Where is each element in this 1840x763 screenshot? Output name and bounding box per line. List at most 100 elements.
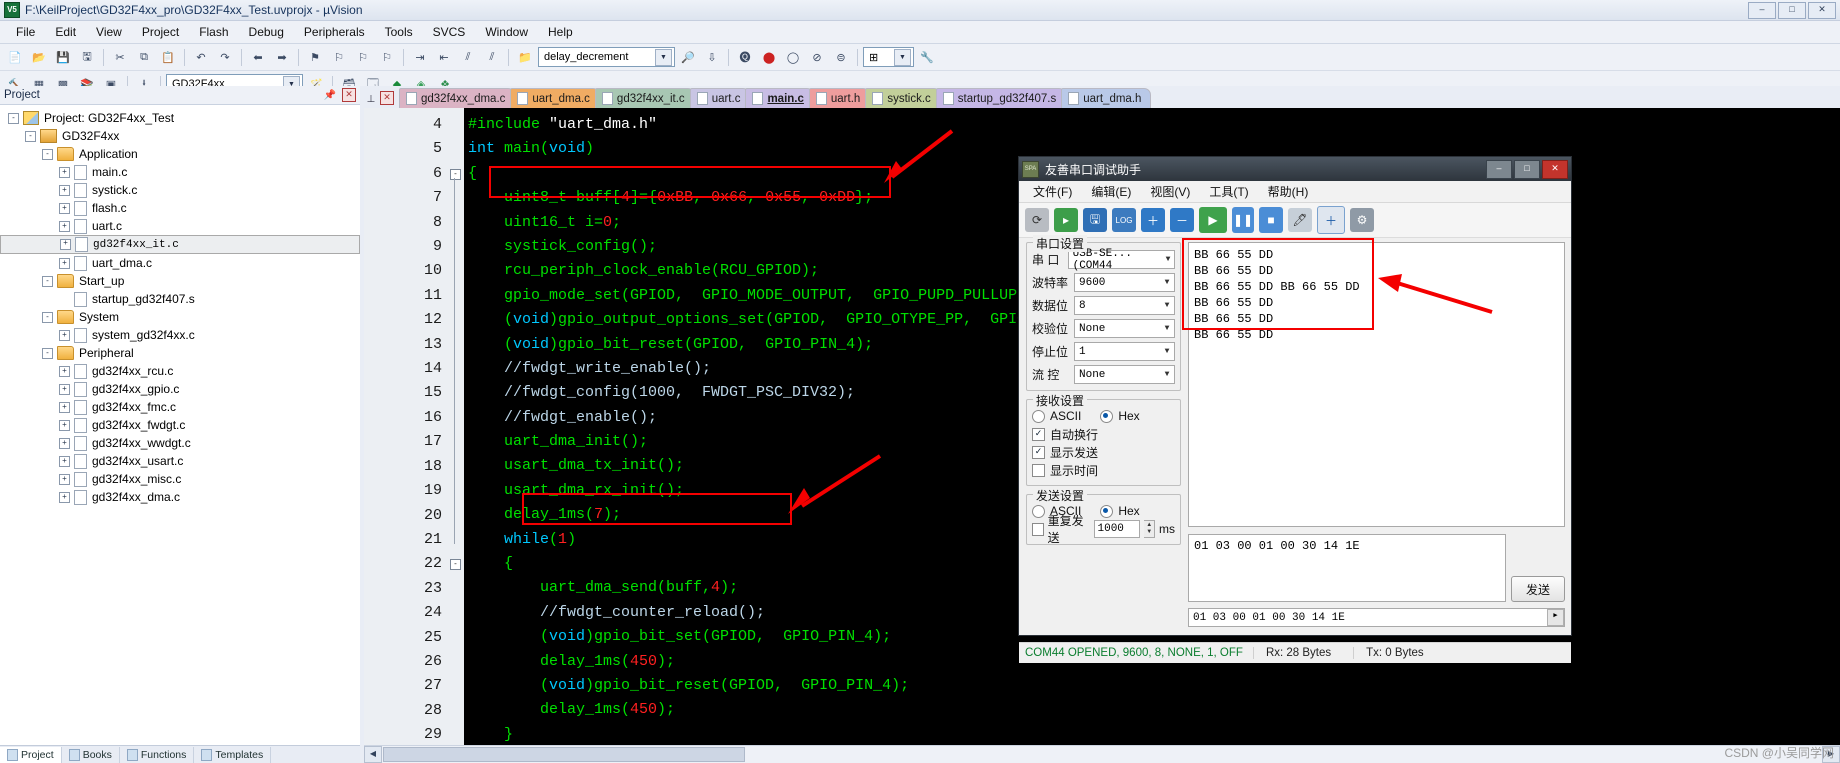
- expand-icon[interactable]: +: [60, 239, 71, 250]
- debug-start-icon[interactable]: 🅠: [734, 46, 756, 68]
- menu-file[interactable]: File: [6, 23, 45, 41]
- serial-menu-file[interactable]: 文件(F): [1025, 181, 1080, 202]
- scroll-left-icon[interactable]: ◀: [364, 746, 382, 763]
- tree-item[interactable]: startup_gd32f407.s: [0, 290, 360, 308]
- fold-toggle-icon[interactable]: -: [450, 168, 461, 180]
- expand-icon[interactable]: +: [59, 257, 70, 269]
- expand-icon[interactable]: +: [59, 184, 70, 196]
- editor-horizontal-scrollbar[interactable]: ◀ ▶: [364, 745, 1840, 763]
- menu-window[interactable]: Window: [475, 23, 538, 41]
- tree-item[interactable]: + gd32f4xx_gpio.c: [0, 380, 360, 398]
- serial-close-button[interactable]: ✕: [1542, 159, 1568, 179]
- tree-item[interactable]: + gd32f4xx_wwdgt.c: [0, 434, 360, 452]
- redo-icon[interactable]: ↷: [214, 46, 236, 68]
- pin-icon[interactable]: 📌: [321, 90, 339, 101]
- paste-icon[interactable]: 📋: [157, 46, 179, 68]
- editor-tab-main-c[interactable]: main.c: [745, 88, 814, 108]
- collapse-icon[interactable]: -: [42, 148, 53, 160]
- tree-item[interactable]: + systick.c: [0, 181, 360, 199]
- port-select[interactable]: USB-SE... (COM44 ▼: [1067, 248, 1175, 272]
- open-folder-icon[interactable]: 📁: [514, 46, 536, 68]
- tree-item[interactable]: + main.c: [0, 163, 360, 181]
- maximize-button[interactable]: □: [1778, 1, 1806, 19]
- cut-icon[interactable]: ✂: [109, 46, 131, 68]
- show-send-checkbox[interactable]: ✓: [1032, 445, 1045, 459]
- expand-icon[interactable]: +: [59, 383, 70, 395]
- tree-item[interactable]: - System: [0, 308, 360, 326]
- expand-icon[interactable]: +: [59, 473, 70, 485]
- tree-item[interactable]: + flash.c: [0, 199, 360, 217]
- editor-close-icon[interactable]: ✕: [380, 91, 394, 105]
- navigate-back-icon[interactable]: ⬅: [247, 46, 269, 68]
- bookmark-prev-icon[interactable]: ⚐: [328, 46, 350, 68]
- menu-view[interactable]: View: [86, 23, 132, 41]
- expand-icon[interactable]: +: [59, 202, 70, 214]
- breakpoint-enable-icon[interactable]: ⊜: [830, 46, 852, 68]
- expand-icon[interactable]: +: [59, 220, 70, 232]
- chevron-down-icon[interactable]: ▼: [1160, 278, 1174, 287]
- tree-item[interactable]: + gd32f4xx_it.c: [0, 235, 360, 254]
- receive-hex-radio[interactable]: [1100, 409, 1114, 423]
- indent-icon[interactable]: ⇥: [409, 46, 431, 68]
- receive-ascii-radio[interactable]: [1032, 409, 1045, 423]
- plus-tab-icon[interactable]: ＋: [1317, 206, 1345, 234]
- show-time-checkbox[interactable]: [1032, 463, 1045, 477]
- tree-item[interactable]: - Peripheral: [0, 344, 360, 362]
- undo-icon[interactable]: ↶: [190, 46, 212, 68]
- editor-pin-icon[interactable]: ⊥: [364, 94, 378, 108]
- comment-icon[interactable]: ⫽: [457, 46, 479, 68]
- expand-icon[interactable]: +: [59, 419, 70, 431]
- breakpoint-icon[interactable]: ⬤: [758, 46, 780, 68]
- navigate-forward-icon[interactable]: ➡: [271, 46, 293, 68]
- menu-edit[interactable]: Edit: [45, 23, 86, 41]
- editor-tab-systick-c[interactable]: systick.c: [865, 88, 941, 108]
- minimize-button[interactable]: –: [1748, 1, 1776, 19]
- project-tab-books[interactable]: Books: [62, 747, 120, 763]
- menu-flash[interactable]: Flash: [189, 23, 238, 41]
- open-port-icon[interactable]: ▸: [1054, 208, 1078, 232]
- code-fold-column[interactable]: --: [448, 108, 464, 746]
- project-tab-templates[interactable]: Templates: [194, 747, 272, 763]
- chevron-down-icon[interactable]: ▼: [1160, 324, 1174, 333]
- repeat-interval-stepper[interactable]: ▲ ▼: [1144, 520, 1155, 538]
- send-textarea[interactable]: 01 03 00 01 00 30 14 1E: [1188, 534, 1506, 602]
- save-all-icon[interactable]: 🖫: [76, 46, 98, 68]
- project-tab-functions[interactable]: Functions: [120, 747, 195, 763]
- editor-tab-uart-h[interactable]: uart.h: [808, 88, 871, 108]
- menu-peripherals[interactable]: Peripherals: [294, 23, 375, 41]
- parity-select[interactable]: None ▼: [1074, 319, 1175, 338]
- tree-item[interactable]: + gd32f4xx_dma.c: [0, 488, 360, 506]
- editor-tab-uart-c[interactable]: uart.c: [689, 88, 751, 108]
- find-combo[interactable]: delay_decrement ▼: [538, 47, 675, 67]
- zoom-combo[interactable]: ⊞ ▼: [863, 47, 914, 67]
- copy-icon[interactable]: ⧉: [133, 46, 155, 68]
- fold-toggle-icon[interactable]: -: [450, 559, 461, 571]
- tree-item[interactable]: + uart.c: [0, 217, 360, 235]
- settings-icon[interactable]: ⚙: [1350, 208, 1374, 232]
- save-icon[interactable]: 💾: [52, 46, 74, 68]
- expand-icon[interactable]: +: [59, 437, 70, 449]
- menu-project[interactable]: Project: [132, 23, 189, 41]
- bookmark-clear-icon[interactable]: ⚐: [376, 46, 398, 68]
- editor-tab-uart_dma-h[interactable]: uart_dma.h: [1061, 88, 1152, 108]
- browse-symbol-icon[interactable]: ⇩: [701, 46, 723, 68]
- menu-help[interactable]: Help: [538, 23, 583, 41]
- serial-menu-help[interactable]: 帮助(H): [1260, 181, 1317, 202]
- uncomment-icon[interactable]: ⫽: [481, 46, 503, 68]
- serial-maximize-button[interactable]: □: [1514, 159, 1540, 179]
- baudrate-select[interactable]: 9600 ▼: [1074, 273, 1175, 292]
- menu-debug[interactable]: Debug: [239, 23, 294, 41]
- editor-tab-startup_gd32f407-s[interactable]: startup_gd32f407.s: [935, 88, 1067, 108]
- editor-tab-uart_dma-c[interactable]: uart_dma.c: [510, 88, 600, 108]
- close-button[interactable]: ✕: [1808, 1, 1836, 19]
- tree-item[interactable]: + gd32f4xx_fwdgt.c: [0, 416, 360, 434]
- tree-item[interactable]: - Application: [0, 145, 360, 163]
- chevron-down-icon[interactable]: ▼: [894, 48, 911, 66]
- breakpoint-kill-icon[interactable]: ⊘: [806, 46, 828, 68]
- bookmark-next-icon[interactable]: ⚐: [352, 46, 374, 68]
- tree-item[interactable]: + gd32f4xx_misc.c: [0, 470, 360, 488]
- expand-icon[interactable]: +: [59, 166, 70, 178]
- editor-tab-gd32f4xx_it-c[interactable]: gd32f4xx_it.c: [594, 88, 695, 108]
- tree-item[interactable]: + uart_dma.c: [0, 254, 360, 272]
- repeat-send-checkbox[interactable]: [1032, 522, 1044, 536]
